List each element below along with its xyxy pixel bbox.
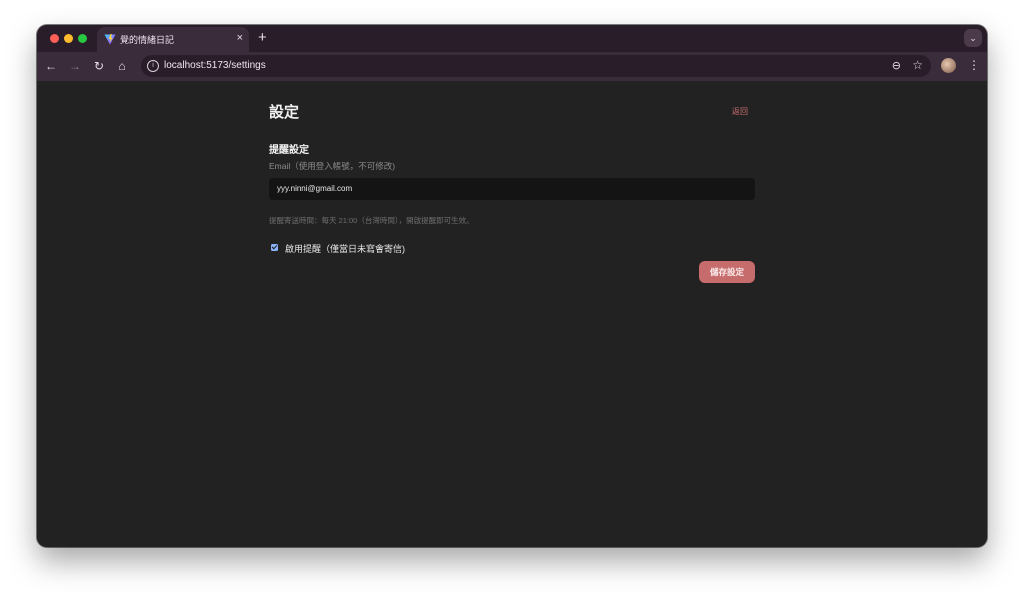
profile-avatar[interactable] xyxy=(941,58,956,73)
tab-search-button[interactable]: ⌄ xyxy=(964,29,982,47)
maximize-window-button[interactable] xyxy=(78,34,87,43)
email-label: Email（使用登入帳號，不可修改) xyxy=(269,161,396,171)
browser-menu-icon[interactable]: ⋮ xyxy=(968,57,980,73)
tab-strip: 覺的情緒日記 × + ⌄ xyxy=(37,25,987,52)
back-arrow-icon[interactable]: ← xyxy=(43,58,59,74)
site-info-icon[interactable]: i xyxy=(147,60,159,72)
home-icon[interactable]: ⌂ xyxy=(114,58,130,74)
browser-window: 覺的情緒日記 × + ⌄ ← → ↻ ⌂ i localhost:5173/se… xyxy=(37,25,987,547)
reminder-hint: 提醒寄送時間：每天 21:00（台灣時間），開啟提醒即可生效。 xyxy=(269,216,474,225)
url-text[interactable]: localhost:5173/settings xyxy=(164,60,266,71)
address-bar[interactable]: i localhost:5173/settings ⊖ ☆ xyxy=(141,55,931,77)
active-tab[interactable]: 覺的情緒日記 × xyxy=(97,27,249,52)
zoom-out-icon[interactable]: ⊖ xyxy=(892,59,901,72)
settings-page: 設定 返回 提醒設定 Email（使用登入帳號，不可修改) yyy.ninni@… xyxy=(37,81,987,547)
enable-reminder-label[interactable]: 啟用提醒（僅當日未寫會寄信) xyxy=(285,242,405,255)
save-settings-button[interactable]: 儲存設定 xyxy=(699,261,755,283)
page-title: 設定 xyxy=(269,104,300,121)
back-link[interactable]: 返回 xyxy=(732,106,748,117)
minimize-window-button[interactable] xyxy=(64,34,73,43)
bookmark-star-icon[interactable]: ☆ xyxy=(912,58,923,72)
tab-title: 覺的情緒日記 xyxy=(120,35,175,45)
new-tab-button[interactable]: + xyxy=(258,30,267,45)
tab-close-icon[interactable]: × xyxy=(237,31,243,45)
reload-icon[interactable]: ↻ xyxy=(91,58,107,74)
browser-toolbar: ← → ↻ ⌂ i localhost:5173/settings ⊖ ☆ ⋮ xyxy=(37,52,987,81)
enable-reminder-checkbox[interactable] xyxy=(271,244,278,251)
close-window-button[interactable] xyxy=(50,34,59,43)
reminder-section-title: 提醒設定 xyxy=(269,145,309,156)
vite-logo-icon xyxy=(104,34,116,45)
forward-arrow-icon[interactable]: → xyxy=(67,58,83,74)
email-field[interactable]: yyy.ninni@gmail.com xyxy=(269,178,755,200)
